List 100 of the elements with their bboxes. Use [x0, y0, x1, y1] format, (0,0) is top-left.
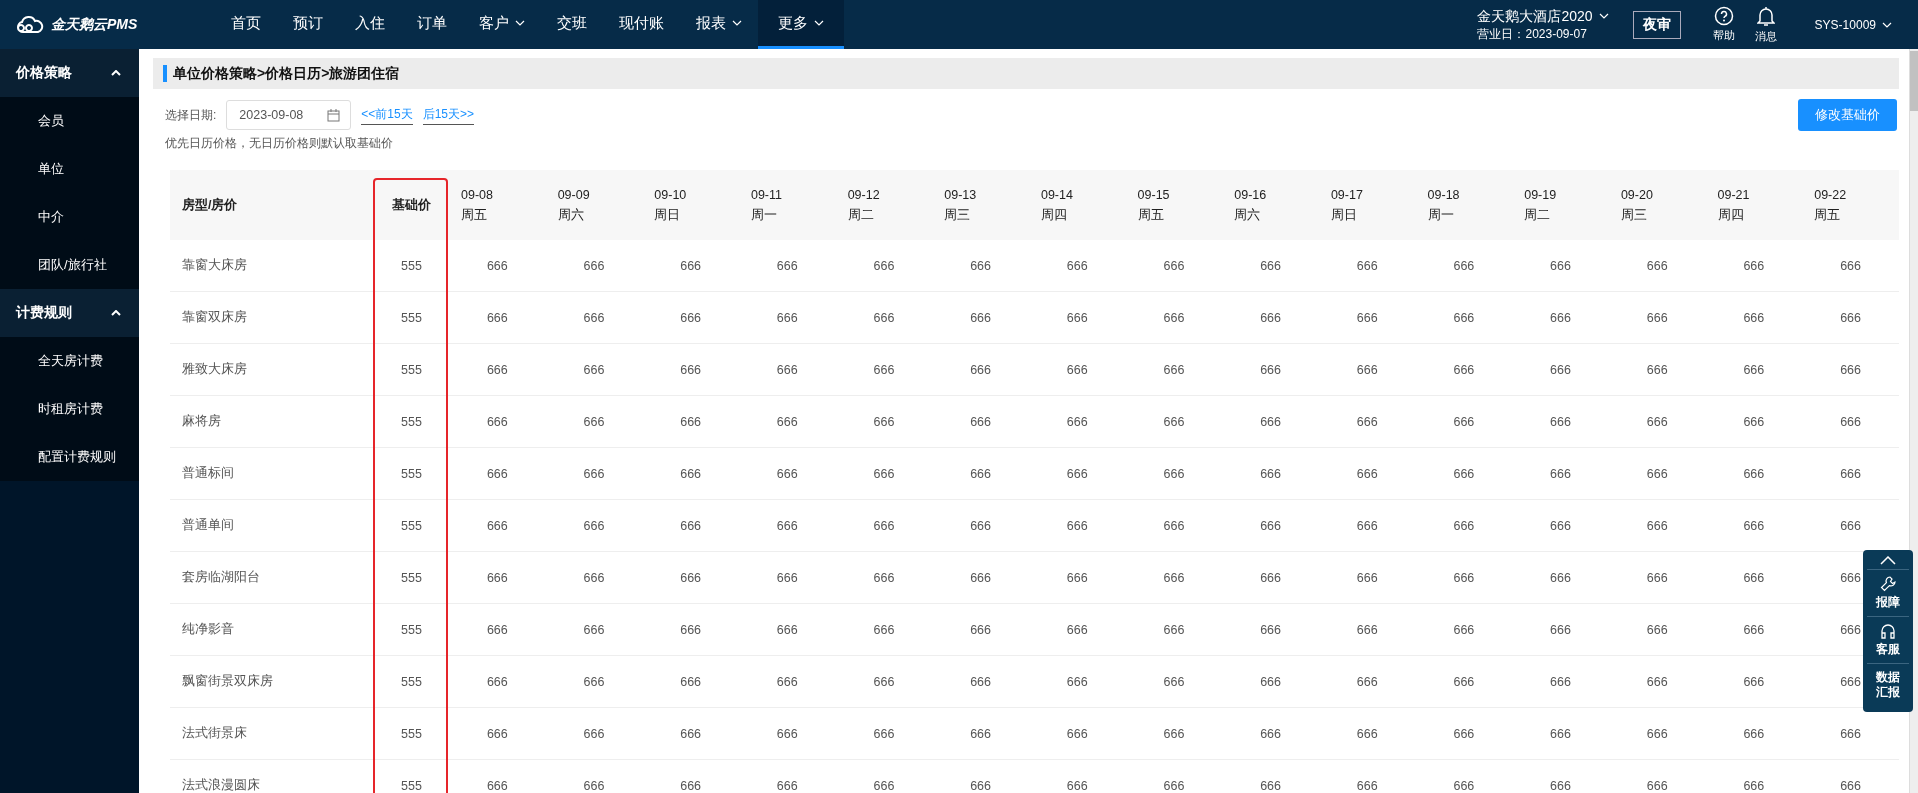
sidebar-item[interactable]: 会员 [0, 97, 139, 145]
table-cell: 666 [1318, 291, 1416, 344]
table-cell: 666 [932, 291, 1029, 344]
night-audit-button[interactable]: 夜审 [1632, 10, 1681, 39]
nav-tab[interactable]: 现付账 [603, 0, 680, 49]
table-cell: 666 [1705, 343, 1803, 396]
nav-tab[interactable]: 交班 [541, 0, 603, 49]
date-picker[interactable]: 2023-09-08 [226, 100, 352, 130]
table-cell: 666 [449, 343, 546, 396]
table-cell: 666 [932, 603, 1029, 656]
table-cell: 666 [1512, 291, 1609, 344]
table-cell: 666 [1415, 655, 1513, 708]
column-header: 09-13 周三 [932, 170, 1029, 240]
table-cell: 666 [642, 291, 739, 344]
user-menu[interactable]: SYS-10009 [1808, 16, 1898, 33]
sidebar-item[interactable]: 中介 [0, 193, 139, 241]
help-button[interactable]: 帮助 [1708, 6, 1739, 43]
table-cell: 666 [738, 499, 836, 552]
column-header: 09-11 周一 [738, 170, 836, 240]
sidebar-group[interactable]: 计费规则 [0, 289, 139, 337]
table-cell: 555 [374, 759, 449, 793]
table-cell: 666 [1608, 603, 1706, 656]
nav-tab[interactable]: 客户 [463, 0, 541, 49]
table-cell: 666 [642, 395, 739, 448]
table-cell: 666 [1028, 240, 1126, 292]
table-cell: 666 [1318, 343, 1416, 396]
business-date: 营业日：2023-09-07 [1477, 25, 1588, 43]
date-label: 选择日期: [165, 106, 217, 124]
table-cell: 666 [738, 707, 836, 760]
table-cell: 666 [1802, 291, 1899, 344]
table-cell: 666 [642, 603, 739, 656]
table-cell: 666 [835, 707, 933, 760]
table-cell: 555 [374, 655, 449, 708]
table-cell: 666 [1415, 759, 1513, 793]
caret-icon [111, 310, 121, 316]
data-report-button[interactable]: 数据汇报 [1867, 663, 1909, 706]
hotel-selector[interactable]: 金天鹅大酒店2020 [1477, 6, 1609, 25]
column-header: 09-10 周日 [642, 170, 739, 240]
column-header: 09-15 周五 [1125, 170, 1223, 240]
report-fault-button[interactable]: 报障 [1867, 569, 1909, 616]
table-cell: 666 [1415, 395, 1513, 448]
table-cell: 666 [545, 343, 643, 396]
table-cell: 666 [932, 759, 1029, 793]
table-cell: 666 [1222, 343, 1319, 396]
messages-button[interactable]: 消息 [1750, 5, 1781, 44]
table-cell: 666 [1125, 499, 1223, 552]
table-cell: 666 [1512, 551, 1609, 604]
column-header: 09-18 周一 [1415, 170, 1513, 240]
column-header: 09-08 周五 [449, 170, 546, 240]
table-cell: 666 [835, 343, 933, 396]
table-cell: 靠窗大床房 [170, 240, 374, 292]
table-cell: 666 [1705, 499, 1803, 552]
table-cell: 666 [835, 603, 933, 656]
table-cell: 666 [835, 499, 933, 552]
table-cell: 666 [1705, 447, 1803, 500]
caret-icon [1598, 12, 1609, 19]
table-cell: 666 [932, 447, 1029, 500]
table-cell: 666 [1125, 395, 1223, 448]
table-cell: 666 [1028, 499, 1126, 552]
table-cell: 666 [1125, 551, 1223, 604]
table-cell: 666 [1705, 759, 1803, 793]
table-cell: 666 [545, 603, 643, 656]
sidebar-item[interactable]: 单位 [0, 145, 139, 193]
nav-tab[interactable]: 入住 [339, 0, 401, 49]
table-cell: 666 [1318, 655, 1416, 708]
table-cell: 666 [1028, 759, 1126, 793]
table-cell: 法式浪漫圆床 [170, 759, 374, 793]
cloud-logo-icon [15, 15, 45, 34]
table-cell: 666 [1802, 343, 1899, 396]
sidebar-item[interactable]: 时租房计费 [0, 385, 139, 433]
sidebar-item[interactable]: 全天房计费 [0, 337, 139, 385]
nav-tab[interactable]: 更多 [758, 0, 844, 49]
sidebar-item[interactable]: 团队/旅行社 [0, 241, 139, 289]
table-cell: 666 [835, 655, 933, 708]
table-cell: 666 [1125, 603, 1223, 656]
table-cell: 666 [545, 707, 643, 760]
column-header: 09-12 周二 [835, 170, 933, 240]
help-icon [1713, 6, 1734, 26]
nav-tab[interactable]: 预订 [277, 0, 339, 49]
table-cell: 555 [374, 343, 449, 396]
nav-tab[interactable]: 首页 [215, 0, 277, 49]
customer-service-button[interactable]: 客服 [1867, 616, 1909, 663]
table-cell: 666 [1512, 240, 1609, 292]
table-cell: 666 [1222, 551, 1319, 604]
table-cell: 666 [835, 291, 933, 344]
table-cell: 666 [545, 499, 643, 552]
nav-tab[interactable]: 订单 [401, 0, 463, 49]
table-cell: 555 [374, 551, 449, 604]
table-cell: 666 [738, 291, 836, 344]
nav-tab[interactable]: 报表 [680, 0, 758, 49]
sidebar-item[interactable]: 配置计费规则 [0, 433, 139, 481]
table-cell: 555 [374, 291, 449, 344]
table-cell: 666 [1125, 291, 1223, 344]
table-cell: 666 [932, 240, 1029, 292]
table-cell: 666 [545, 240, 643, 292]
table-cell: 666 [449, 291, 546, 344]
sidebar-group[interactable]: 价格策略 [0, 49, 139, 97]
table-cell: 666 [1318, 707, 1416, 760]
table-cell: 纯净影音 [170, 603, 374, 656]
table-cell: 666 [1705, 395, 1803, 448]
